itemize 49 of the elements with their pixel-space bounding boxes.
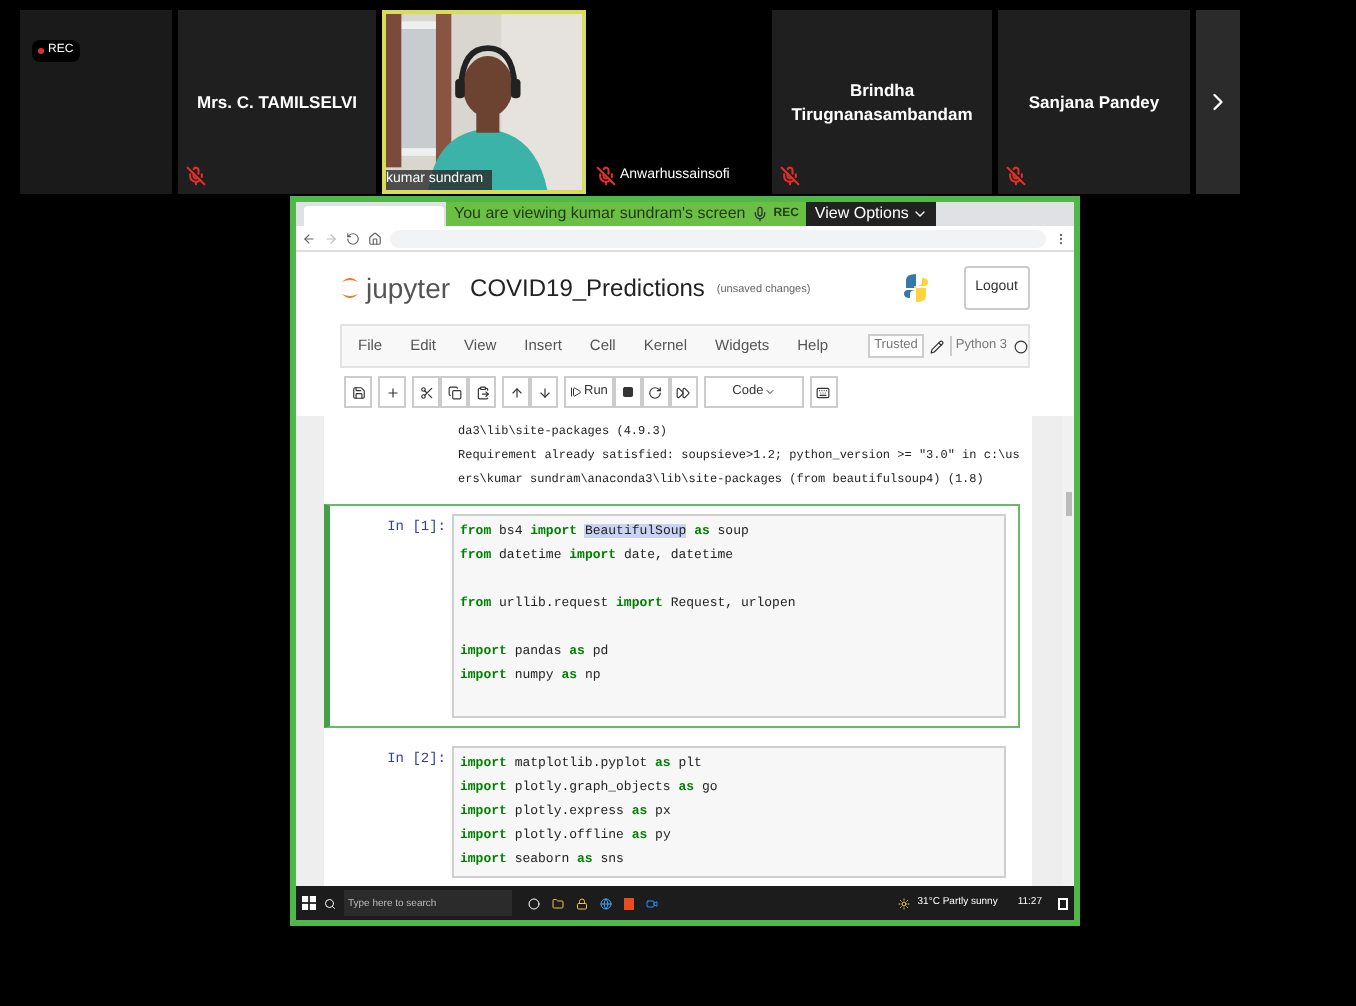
weather-icon [897, 897, 910, 909]
chevron-down-icon [763, 386, 776, 398]
notebook-title[interactable]: COVID19_Predictions [470, 270, 705, 306]
home-icon[interactable] [368, 231, 382, 245]
view-options-button[interactable]: View Options [806, 202, 937, 226]
chevron-down-icon [912, 206, 929, 222]
clipboard-icon [475, 385, 489, 399]
lock-icon[interactable] [576, 897, 588, 909]
banner-text: You are viewing kumar sundram's screen [454, 202, 746, 226]
move-down-button[interactable] [530, 376, 558, 408]
browser-icon[interactable] [600, 897, 612, 909]
arrow-down-icon [537, 385, 551, 399]
reload-icon[interactable] [346, 231, 360, 245]
notification-icon[interactable] [1058, 897, 1068, 909]
copy-button[interactable] [440, 376, 468, 408]
step-forward-icon [570, 386, 582, 398]
back-icon[interactable] [302, 231, 316, 245]
save-button[interactable] [344, 376, 372, 408]
jupyter-logo-icon [340, 274, 360, 302]
search-icon [324, 897, 336, 909]
more-icon[interactable] [1054, 231, 1068, 245]
stop-icon [621, 386, 634, 398]
participant-name: Mrs. C. TAMILSELVI [195, 90, 359, 114]
save-icon [351, 385, 365, 399]
pencil-icon[interactable] [929, 339, 944, 353]
windows-logo-icon[interactable] [302, 896, 316, 910]
fast-forward-icon [676, 385, 691, 399]
jupyter-wordmark: jupyter [366, 269, 451, 308]
participant-name: Sanjana Pandey [1026, 90, 1162, 114]
command-palette-button[interactable] [809, 376, 838, 408]
video-call-icon[interactable] [646, 897, 658, 909]
mic-icon [751, 206, 768, 222]
cut-button[interactable] [412, 376, 440, 408]
scissors-icon [419, 385, 433, 399]
plus-icon [385, 385, 399, 399]
run-all-button[interactable] [669, 376, 698, 408]
insert-cell-button[interactable] [378, 376, 406, 408]
restart-button[interactable] [641, 376, 670, 408]
stop-button[interactable] [613, 376, 642, 408]
task-view-icon[interactable] [528, 897, 540, 909]
restart-icon [648, 385, 663, 399]
python-logo-icon [903, 274, 928, 302]
keyboard-icon [816, 385, 831, 399]
participant-name: Brindha Tirugnanasambandam [789, 78, 975, 126]
paste-button[interactable] [468, 376, 496, 408]
folder-icon[interactable] [552, 897, 564, 909]
arrow-up-icon [509, 385, 523, 399]
copy-icon [447, 385, 461, 399]
kernel-status-icon [1013, 339, 1028, 353]
